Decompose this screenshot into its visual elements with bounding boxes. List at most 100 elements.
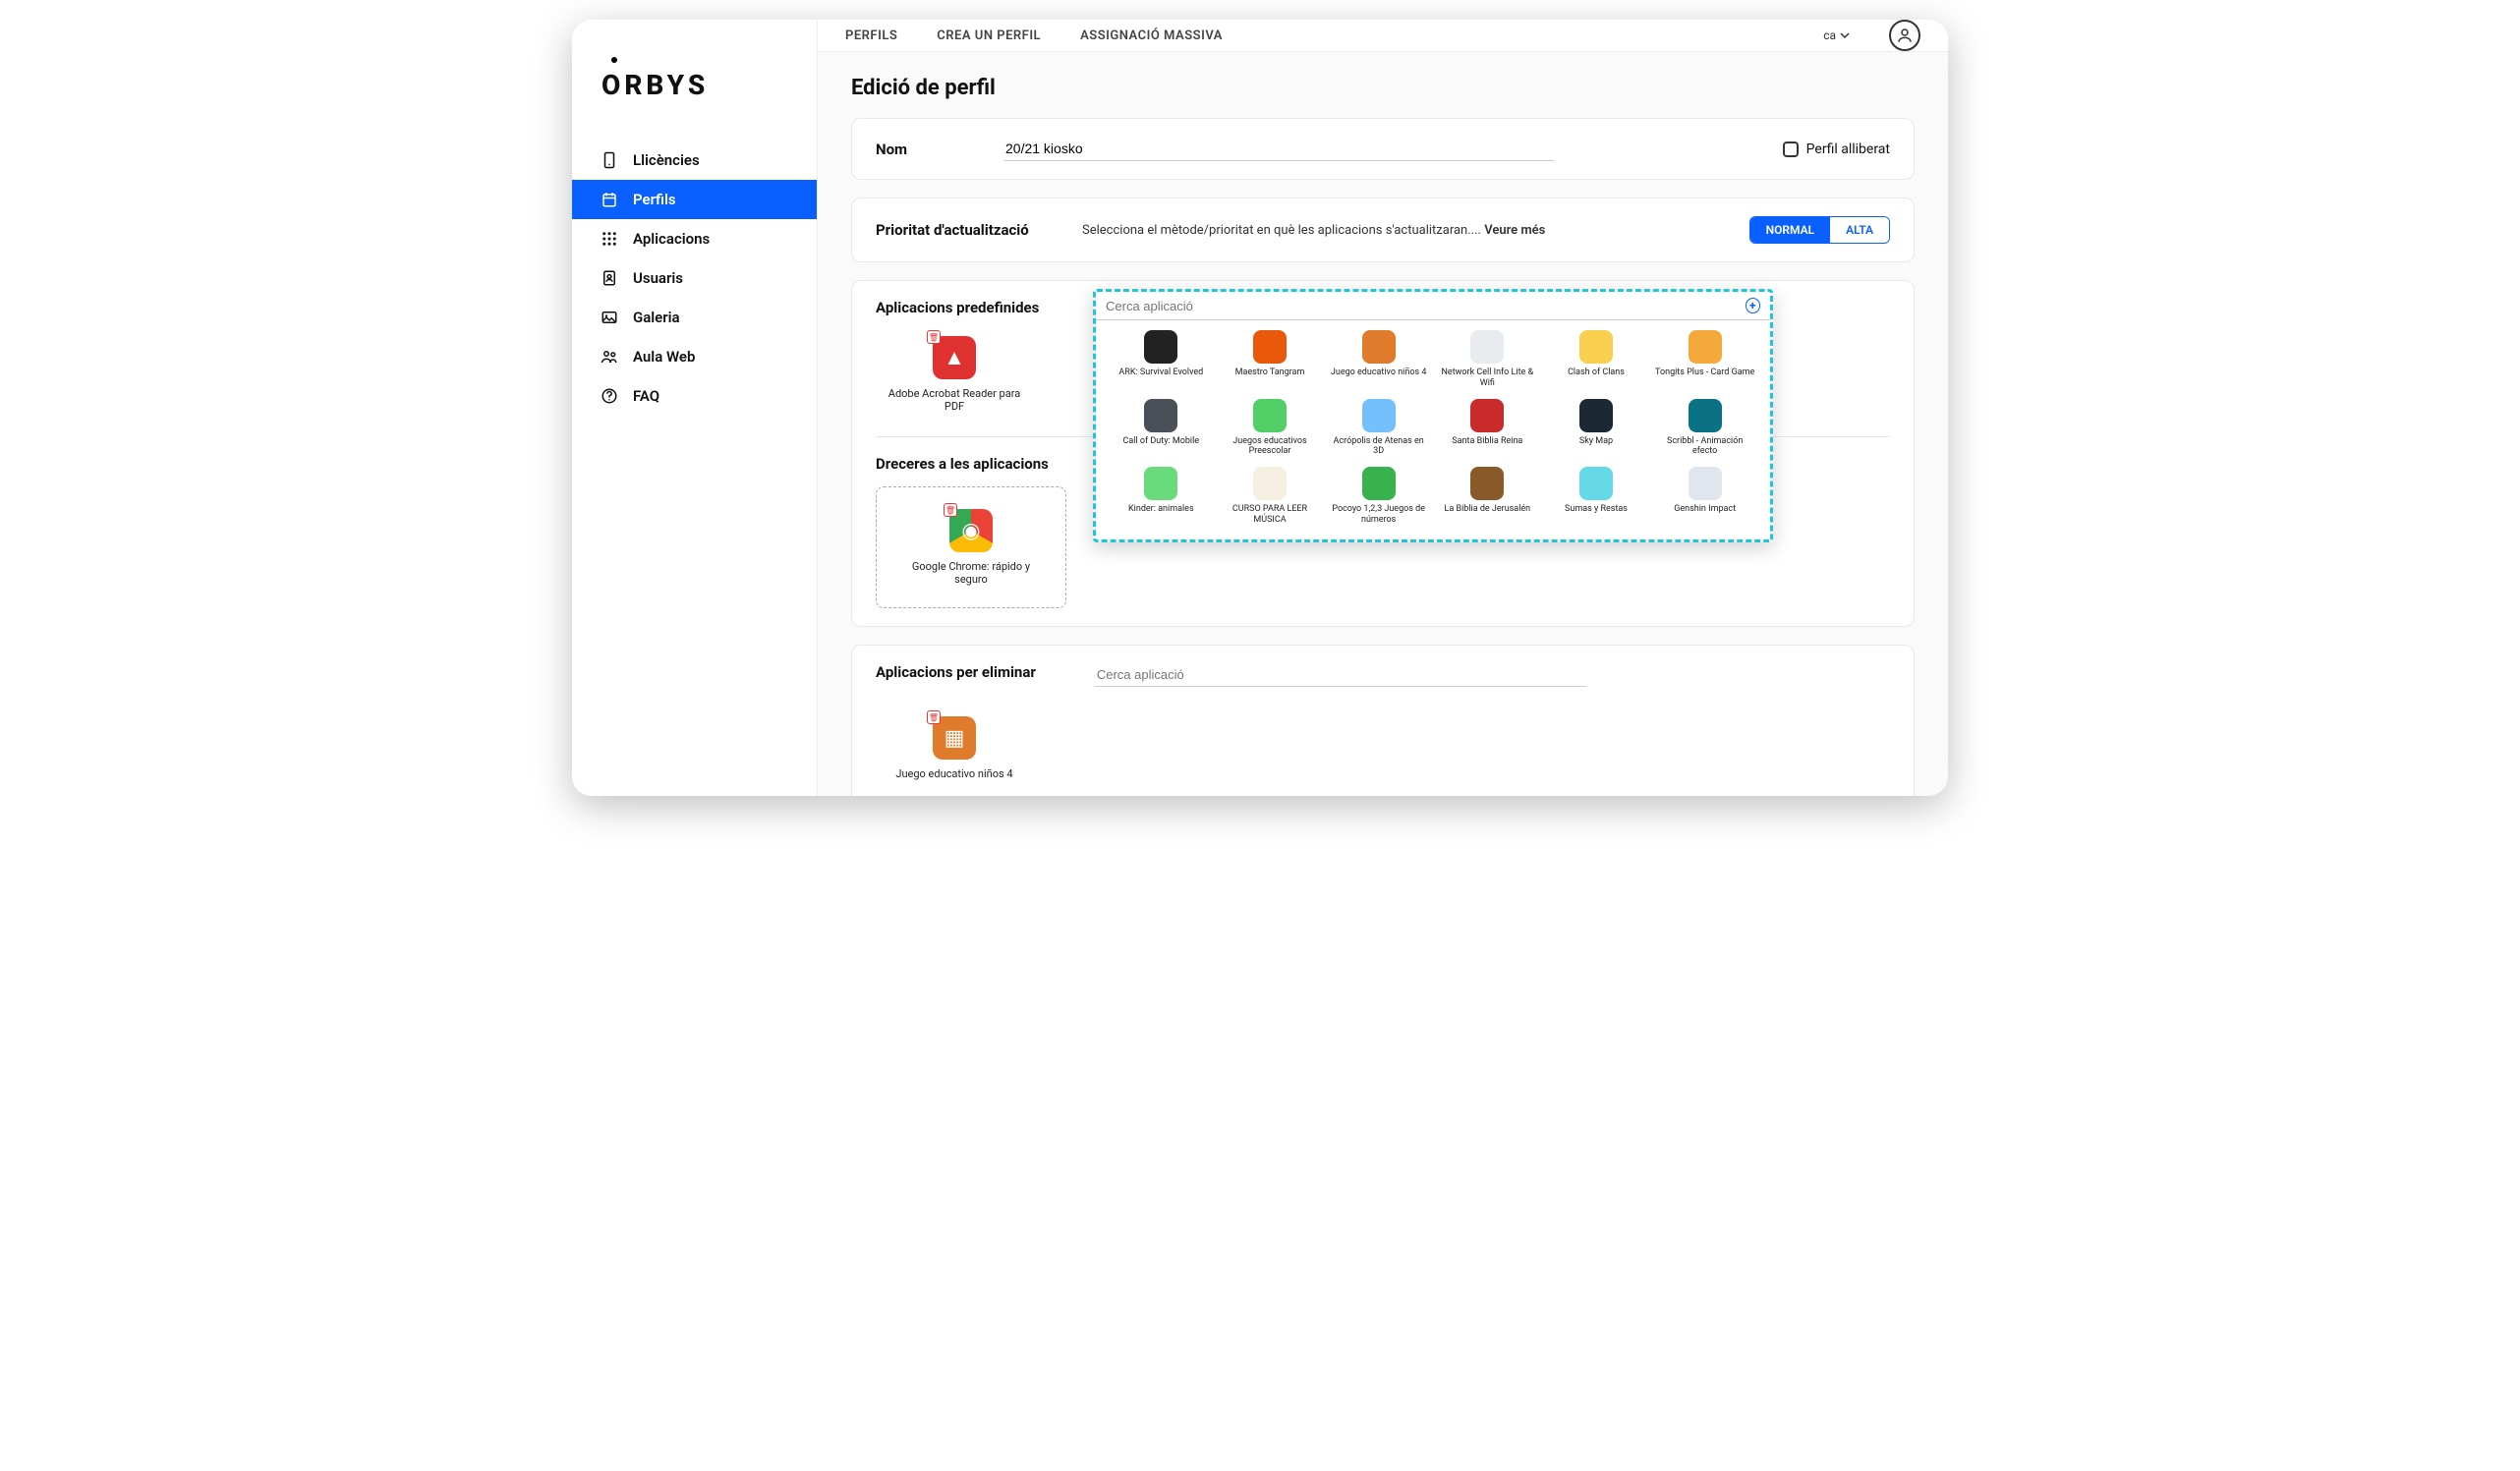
- delete-badge-icon[interactable]: 🗑: [927, 330, 941, 344]
- classweb-icon: [600, 347, 619, 367]
- dreceres-box: 🗑◉Google Chrome: rápido y seguro: [876, 486, 1066, 608]
- popup-search-bar: +: [1096, 292, 1770, 320]
- sidebar-item-aula-web[interactable]: Aula Web: [572, 337, 817, 376]
- nom-input[interactable]: [1003, 137, 1554, 161]
- chevron-down-icon: [1840, 30, 1850, 40]
- license-icon: [600, 150, 619, 170]
- popup-app-icon: [1689, 467, 1722, 500]
- popup-app-icon: [1144, 399, 1177, 432]
- popup-app-label: Clash of Clans: [1568, 368, 1625, 378]
- profiles-icon: [600, 190, 619, 209]
- popup-app-icon: [1579, 330, 1613, 364]
- card-nom: Nom Perfil alliberat: [851, 118, 1915, 180]
- app-icon: 🗑◉: [949, 509, 993, 552]
- popup-app-icon: [1579, 467, 1613, 500]
- popup-app-icon: [1362, 330, 1396, 364]
- alliberat-label: Perfil alliberat: [1806, 141, 1890, 157]
- card-eliminar: Aplicacions per eliminar 🗑▦Juego educati…: [851, 645, 1915, 796]
- popup-app-icon: [1144, 330, 1177, 364]
- popup-app-tile[interactable]: Network Cell Info Lite & Wifi: [1436, 330, 1539, 389]
- brand-logo: ORBYS: [572, 49, 817, 141]
- app-tile[interactable]: 🗑◉Google Chrome: rápido y seguro: [902, 509, 1040, 586]
- shortcut-app-grid: 🗑◉Google Chrome: rápido y seguro: [892, 503, 1050, 592]
- app-label: Adobe Acrobat Reader para PDF: [886, 387, 1023, 413]
- sidebar-item-perfils[interactable]: Perfils: [572, 180, 817, 219]
- popup-app-tile[interactable]: Clash of Clans: [1545, 330, 1648, 389]
- app-tile[interactable]: 🗑▲Adobe Acrobat Reader para PDF: [886, 336, 1023, 413]
- add-icon[interactable]: +: [1746, 298, 1761, 313]
- faq-icon: [600, 386, 619, 406]
- elim-app-grid: 🗑▦Juego educativo niños 4: [876, 710, 1890, 786]
- popup-app-label: Santa Biblia Reina: [1452, 436, 1522, 447]
- perfil-alliberat[interactable]: Perfil alliberat: [1783, 141, 1890, 157]
- gallery-icon: [600, 308, 619, 327]
- popup-app-icon: [1362, 467, 1396, 500]
- sidebar-item-faq[interactable]: FAQ: [572, 376, 817, 416]
- popup-app-label: Call of Duty: Mobile: [1123, 436, 1200, 447]
- user-avatar[interactable]: [1889, 20, 1920, 51]
- popup-app-tile[interactable]: Acrópolis de Atenas en 3D: [1327, 399, 1430, 458]
- popup-app-icon: [1253, 467, 1287, 500]
- popup-app-tile[interactable]: CURSO PARA LEER MÚSICA: [1219, 467, 1322, 526]
- app-tile[interactable]: 🗑▦Juego educativo niños 4: [886, 716, 1023, 780]
- tab-perfils[interactable]: PERFILS: [845, 28, 897, 43]
- popup-app-tile[interactable]: Maestro Tangram: [1219, 330, 1322, 389]
- popup-app-icon: [1579, 399, 1613, 432]
- tab-crea-perfil[interactable]: CREA UN PERFIL: [937, 28, 1041, 43]
- popup-app-tile[interactable]: La Biblia de Jerusalén: [1436, 467, 1539, 526]
- lang-selector[interactable]: ca: [1823, 28, 1850, 42]
- users-icon: [600, 268, 619, 288]
- popup-app-tile[interactable]: Kinder: animales: [1110, 467, 1213, 526]
- sidebar-item-label: Aplicacions: [633, 230, 710, 248]
- sidebar-item-usuaris[interactable]: Usuaris: [572, 258, 817, 298]
- popup-app-grid[interactable]: ARK: Survival Evolved Maestro Tangram Jueg…: [1096, 320, 1770, 539]
- veure-mes-link[interactable]: Veure més: [1484, 223, 1545, 238]
- popup-app-icon: [1144, 467, 1177, 500]
- popup-app-tile[interactable]: Sumas y Restas: [1545, 467, 1648, 526]
- popup-app-label: Sumas y Restas: [1565, 504, 1628, 515]
- popup-app-label: Juegos educativos Preescolar: [1219, 436, 1322, 458]
- popup-app-icon: [1470, 467, 1504, 500]
- popup-app-tile[interactable]: Genshin Impact: [1653, 467, 1756, 526]
- sidebar-item-aplicacions[interactable]: Aplicacions: [572, 219, 817, 258]
- user-icon: [1896, 27, 1914, 44]
- popup-app-tile[interactable]: Juego educativo niños 4: [1327, 330, 1430, 389]
- sidebar-item-llicències[interactable]: Llicències: [572, 141, 817, 180]
- popup-app-label: Juego educativo niños 4: [1331, 368, 1427, 378]
- elim-search-input[interactable]: [1095, 663, 1586, 687]
- section-elim-title: Aplicacions per eliminar: [876, 663, 1036, 681]
- popup-app-tile[interactable]: Santa Biblia Reina: [1436, 399, 1539, 458]
- sidebar-item-galeria[interactable]: Galeria: [572, 298, 817, 337]
- popup-app-label: La Biblia de Jerusalén: [1445, 504, 1531, 515]
- popup-app-icon: [1253, 399, 1287, 432]
- prioritat-desc: Selecciona el mètode/prioritat en què le…: [1082, 223, 1720, 238]
- content: Edició de perfil Nom Perfil alliberat Pr…: [818, 52, 1948, 796]
- popup-app-tile[interactable]: ARK: Survival Evolved: [1110, 330, 1213, 389]
- popup-app-label: Network Cell Info Lite & Wifi: [1436, 368, 1539, 389]
- toggle-alta[interactable]: ALTA: [1830, 217, 1889, 243]
- tab-assignacio[interactable]: ASSIGNACIÓ MASSIVA: [1080, 28, 1223, 43]
- popup-app-label: CURSO PARA LEER MÚSICA: [1219, 504, 1322, 526]
- checkbox-icon[interactable]: [1783, 141, 1799, 157]
- popup-app-tile[interactable]: Juegos educativos Preescolar: [1219, 399, 1322, 458]
- popup-app-tile[interactable]: Call of Duty: Mobile: [1110, 399, 1213, 458]
- popup-app-tile[interactable]: Sky Map: [1545, 399, 1648, 458]
- sidebar-item-label: Perfils: [633, 191, 676, 208]
- popup-app-label: Maestro Tangram: [1235, 368, 1305, 378]
- sidebar: ORBYS Llicències Perfils Aplicacions Usuari…: [572, 20, 818, 796]
- main-area: PERFILS CREA UN PERFIL ASSIGNACIÓ MASSIV…: [818, 20, 1948, 796]
- lang-label: ca: [1823, 28, 1836, 42]
- popup-app-tile[interactable]: Pocoyo 1,2,3 Juegos de números: [1327, 467, 1430, 526]
- popup-app-icon: [1470, 330, 1504, 364]
- delete-badge-icon[interactable]: 🗑: [944, 503, 957, 517]
- popup-search-input[interactable]: [1106, 299, 1738, 313]
- popup-app-tile[interactable]: Tongits Plus - Card Game: [1653, 330, 1756, 389]
- toggle-normal[interactable]: NORMAL: [1750, 217, 1831, 243]
- popup-app-label: ARK: Survival Evolved: [1118, 368, 1203, 378]
- prioritat-label: Prioritat d'actualització: [876, 221, 1053, 239]
- brand-text: ORBYS: [601, 69, 709, 101]
- delete-badge-icon[interactable]: 🗑: [927, 710, 941, 724]
- popup-app-label: Tongits Plus - Card Game: [1655, 368, 1754, 378]
- card-aplicacions: Aplicacions predefinides 🗑▲Adobe Acrobat…: [851, 280, 1915, 627]
- popup-app-tile[interactable]: Scribbl - Animación efecto: [1653, 399, 1756, 458]
